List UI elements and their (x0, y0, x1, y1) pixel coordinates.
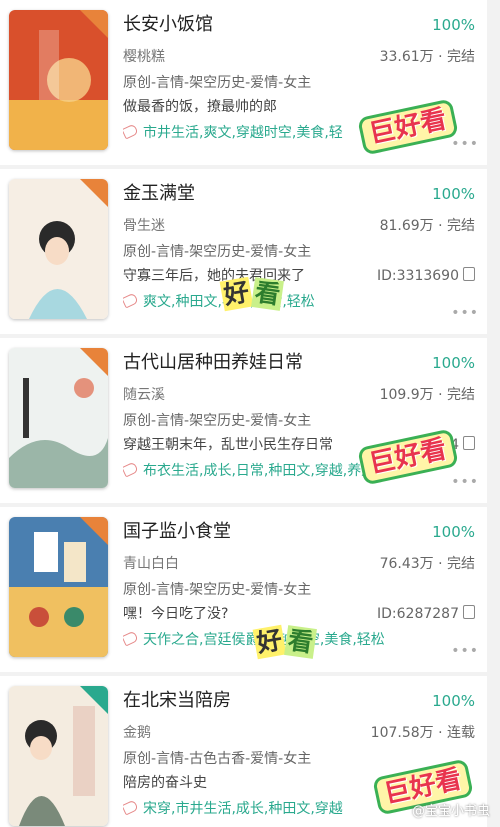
read-progress: 100% (432, 185, 475, 203)
book-category: 原创-言情-架空历史-爱情-女主 (123, 244, 312, 260)
read-progress: 100% (432, 16, 475, 34)
book-description: 做最香的饭，撩最帅的郎 (123, 99, 277, 115)
book-category: 原创-言情-架空历史-爱情-女主 (123, 75, 312, 91)
book-author[interactable]: 青山白白 (123, 556, 179, 572)
tag-icon (123, 799, 139, 816)
book-description: 陪房的奋斗史 (123, 775, 207, 791)
read-progress: 100% (432, 354, 475, 372)
word-count-status: 107.58万 · 连载 (370, 725, 475, 741)
read-progress: 100% (432, 692, 475, 710)
read-progress: 100% (432, 523, 475, 541)
more-options-icon[interactable]: ••• (451, 136, 479, 152)
book-author[interactable]: 金鹅 (123, 725, 151, 741)
book-card[interactable]: 古代山居种田养娃日常 100% 随云溪 109.9万 · 完结 原创-言情-架空历史… (0, 338, 487, 503)
book-author[interactable]: 樱桃糕 (123, 49, 165, 65)
copy-icon[interactable] (463, 605, 475, 619)
book-title[interactable]: 古代山居种田养娃日常 (123, 352, 303, 373)
word-count-status: 33.61万 · 完结 (379, 49, 475, 65)
book-description: 穿越王朝末年，乱世小民生存日常 (123, 437, 333, 453)
book-cover[interactable] (9, 686, 108, 826)
book-category: 原创-言情-架空历史-爱情-女主 (123, 582, 312, 598)
copy-icon[interactable] (463, 267, 475, 281)
word-count-status: 76.43万 · 完结 (379, 556, 475, 572)
book-title[interactable]: 金玉满堂 (123, 183, 195, 204)
watermark: @宝宝小书虫 (411, 804, 490, 819)
book-cover[interactable] (9, 348, 108, 488)
tag-icon (123, 630, 139, 647)
word-count-status: 109.9万 · 完结 (379, 387, 475, 403)
book-description: 嘿！今日吃了没? (123, 606, 229, 622)
book-tags[interactable]: 布衣生活,成长,日常,种田文,穿越,养娃 (143, 463, 375, 479)
more-options-icon[interactable]: ••• (451, 474, 479, 490)
book-list: 长安小饭馆 100% 樱桃糕 33.61万 · 完结 原创-言情-架空历史-爱情-女… (0, 0, 500, 827)
more-options-icon[interactable]: ••• (451, 643, 479, 659)
book-title[interactable]: 在北宋当陪房 (123, 690, 231, 711)
sticker-good: 好看 (252, 624, 317, 660)
book-id: ID:3313690 (377, 268, 459, 284)
book-title[interactable]: 国子监小食堂 (123, 521, 231, 542)
tag-icon (123, 292, 139, 309)
book-cover[interactable] (9, 179, 108, 319)
book-category: 原创-言情-架空历史-爱情-女主 (123, 413, 312, 429)
tag-icon (123, 123, 139, 140)
sticker-good: 好看 (219, 276, 284, 312)
tag-icon (123, 461, 139, 478)
book-card[interactable]: 长安小饭馆 100% 樱桃糕 33.61万 · 完结 原创-言情-架空历史-爱情-女… (0, 0, 487, 165)
book-cover[interactable] (9, 10, 108, 150)
book-author[interactable]: 随云溪 (123, 387, 165, 403)
book-id: ID:6287287 (377, 606, 459, 622)
book-tags[interactable]: 宋穿,市井生活,成长,种田文,穿越 (143, 801, 343, 817)
book-tags[interactable]: 市井生活,爽文,穿越时空,美食,轻 (143, 125, 343, 141)
book-author[interactable]: 骨生迷 (123, 218, 165, 234)
more-options-icon[interactable]: ••• (451, 305, 479, 321)
word-count-status: 81.69万 · 完结 (379, 218, 475, 234)
book-card[interactable]: 国子监小食堂 100% 青山白白 76.43万 · 完结 原创-言情-架空历史-爱情… (0, 507, 487, 672)
book-title[interactable]: 长安小饭馆 (123, 14, 213, 35)
book-cover[interactable] (9, 517, 108, 657)
book-card[interactable]: 金玉满堂 100% 骨生迷 81.69万 · 完结 原创-言情-架空历史-爱情-女主… (0, 169, 487, 334)
copy-icon[interactable] (463, 436, 475, 450)
